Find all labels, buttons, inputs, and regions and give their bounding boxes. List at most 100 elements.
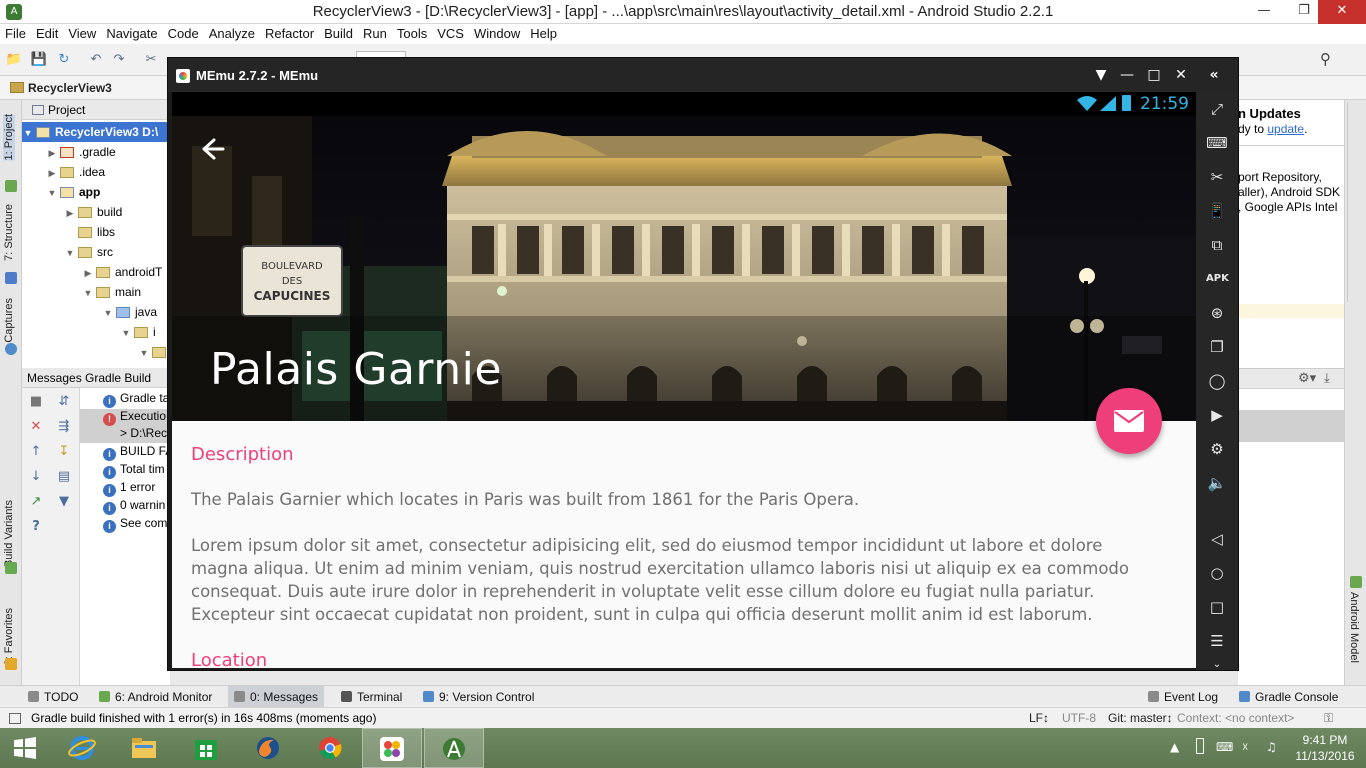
save-icon[interactable]: 💾 [30,51,48,69]
file-encoding[interactable]: UTF-8 [1062,708,1096,728]
memu-minimize-button[interactable]: — [1116,64,1138,86]
collapse-arrow-icon[interactable]: ▶ [46,143,58,162]
android-recents-icon[interactable]: □ [1206,596,1228,618]
volume-icon[interactable]: 🔈 [1206,472,1228,494]
tool-tab-project[interactable]: 1: Project [3,114,15,161]
tree-row-app[interactable]: ▼ app [22,182,170,202]
message-row[interactable]: i 1 error [80,480,170,497]
share-folder-icon[interactable]: ⊛ [1206,302,1228,324]
shake-icon[interactable]: 📱 [1206,200,1228,222]
search-icon[interactable]: ⚲ [1320,50,1331,68]
video-record-icon[interactable]: ▶ [1206,404,1228,426]
tree-row-java[interactable]: ▼ java [22,302,170,322]
tree-row-subpackage[interactable]: ▼ [22,342,170,362]
tree-row-root[interactable]: ▼ RecyclerView3 D:\ [22,122,170,142]
show-warnings-icon[interactable]: ▤ [56,469,72,485]
android-back-icon[interactable]: ◁ [1206,528,1228,550]
volume-icon[interactable]: ♫ [1266,740,1277,754]
more-menu-icon[interactable]: ☰ [1206,630,1228,652]
tree-row-androidtest[interactable]: ▶ androidT [22,262,170,282]
cut-icon[interactable]: ✂ [142,51,160,69]
git-branch[interactable]: Git: master↕ [1108,708,1173,728]
screenshot-scissors-icon[interactable]: ✂ [1206,166,1228,188]
expand-arrow-icon[interactable]: ▼ [102,303,114,322]
collapse-arrow-icon[interactable]: ▶ [82,263,94,282]
tree-row-libs[interactable]: libs [22,222,170,242]
menu-analyze[interactable]: Analyze [204,24,260,41]
apk-install-icon[interactable]: APK [1206,268,1229,290]
keyboard-mapping-icon[interactable]: ⌨ [1206,132,1228,154]
tab-terminal[interactable]: Terminal [335,686,408,708]
tray-expand-icon[interactable]: ▲ [1170,740,1179,754]
message-row[interactable]: i Gradle ta [80,391,170,408]
tool-tab-build-variants[interactable]: Build Variants [3,500,15,567]
tree-row-package[interactable]: ▼ i [22,322,170,342]
taskbar-android-studio[interactable] [424,728,484,768]
update-link[interactable]: update [1267,122,1304,136]
menu-help[interactable]: Help [525,24,562,41]
tree-row-main[interactable]: ▼ main [22,282,170,302]
tab-version-control[interactable]: 9: Version Control [417,686,540,708]
message-row[interactable]: i 0 warnin [80,498,170,515]
android-home-icon[interactable]: ○ [1206,562,1228,584]
expand-arrow-icon[interactable]: ▼ [120,323,132,342]
collapse-all-icon[interactable]: ⇶ [56,419,72,435]
taskbar-memu[interactable] [362,728,422,768]
collapse-arrow-icon[interactable]: ▶ [46,163,58,182]
message-row[interactable]: i BUILD FA [80,444,170,461]
export-icon[interactable]: ↧ [56,444,72,460]
tool-tab-favorites[interactable]: 2: Favorites [3,608,15,665]
close-tab-icon[interactable]: ✕ [28,419,44,435]
expand-arrow-icon[interactable]: ▼ [82,283,94,302]
menu-build[interactable]: Build [319,24,358,41]
expand-arrow-icon[interactable]: ▼ [46,183,58,202]
taskbar-chrome[interactable] [300,728,360,768]
expand-arrow-icon[interactable]: ▼ [138,343,150,362]
previous-message-icon[interactable]: ↑ [28,444,44,460]
sync-icon[interactable]: ↻ [55,51,73,69]
email-fab-button[interactable] [1096,388,1162,454]
collapse-arrow-icon[interactable]: ▶ [64,203,76,222]
expand-more-icon[interactable]: ⌄ [1206,654,1228,676]
gear-icon[interactable]: ⚙▾ [1298,371,1316,386]
tool-tab-android-model[interactable]: Android Model [1348,592,1360,663]
expand-all-icon[interactable]: ⇵ [56,394,72,410]
tree-row-src[interactable]: ▼ src [22,242,170,262]
hide-panel-icon[interactable]: ⤓ [1324,371,1330,386]
tab-messages[interactable]: 0: Messages [228,686,325,708]
message-row-error[interactable]: ! Executio > D:\Rec [80,409,170,443]
tree-row-gradle[interactable]: ▶ .gradle [22,142,170,162]
menu-file[interactable]: File [0,24,31,41]
mouse-icon[interactable]: ◯ [1206,370,1228,392]
editor-scrollbar[interactable] [1347,102,1363,302]
memu-collapse-sidebar-icon[interactable]: « [1203,64,1225,86]
memu-close-button[interactable]: ✕ [1170,64,1192,86]
tree-row-build[interactable]: ▶ build [22,202,170,222]
project-panel-title[interactable]: Project [48,103,85,117]
menu-edit[interactable]: Edit [31,24,63,41]
tab-event-log[interactable]: Event Log [1142,686,1224,708]
back-arrow-icon[interactable] [196,134,226,164]
tab-gradle-console[interactable]: Gradle Console [1233,686,1344,708]
menu-window[interactable]: Window [469,24,525,41]
network-error-icon[interactable]: ☓ [1242,740,1248,754]
breadcrumb-project[interactable]: RecyclerView3 [28,81,112,95]
tree-row-idea[interactable]: ▶ .idea [22,162,170,182]
message-row[interactable]: i See com [80,516,170,533]
toggle-tool-windows-icon[interactable] [9,713,21,724]
memu-maximize-button[interactable]: □ [1143,64,1165,86]
menu-view[interactable]: View [63,24,101,41]
start-button[interactable] [0,728,50,768]
expand-arrow-icon[interactable]: ▼ [64,243,76,262]
keyboard-icon[interactable]: ⌨ [1216,740,1233,754]
tab-todo[interactable]: TODO [22,686,84,708]
tool-tab-captures[interactable]: Captures [3,298,15,343]
next-message-icon[interactable]: ↓ [28,469,44,485]
tool-tab-structure[interactable]: 7: Structure [3,204,15,261]
close-button[interactable]: ✕ [1318,0,1366,24]
taskbar-internet-explorer[interactable] [52,728,112,768]
menu-vcs[interactable]: VCS [432,24,469,41]
menu-navigate[interactable]: Navigate [101,24,162,41]
taskbar-file-explorer[interactable] [114,728,174,768]
taskbar-clock[interactable]: 9:41 PM 11/13/2016 [1290,732,1360,764]
